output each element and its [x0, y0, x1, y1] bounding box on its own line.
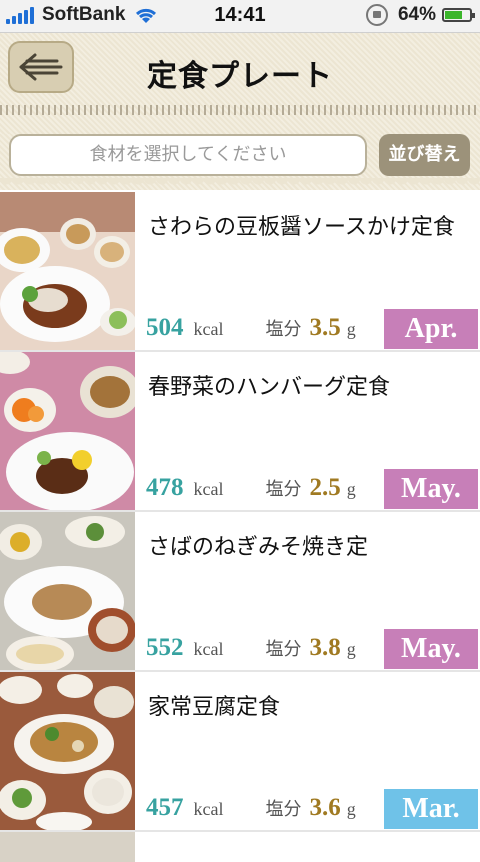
- ingredient-search-input[interactable]: 食材を選択してください: [9, 134, 367, 176]
- salt-value: 3.8: [309, 634, 341, 661]
- calories-value: 457: [146, 794, 184, 821]
- orientation-lock-icon: [365, 4, 388, 26]
- salt-unit: g: [346, 319, 356, 339]
- calories-value: 552: [146, 634, 184, 661]
- meal-list: さわらの豆板醤ソースかけ定食 504 kcal 塩分 3.5 g Apr. 春野…: [0, 192, 480, 862]
- calories-unit: kcal: [193, 639, 224, 659]
- month-badge: May.: [384, 629, 478, 669]
- page-title: 定食プレート: [147, 59, 333, 94]
- salt-value: 3.5: [309, 314, 341, 341]
- list-item[interactable]: さわらの豆板醤ソースかけ定食 504 kcal 塩分 3.5 g Apr.: [0, 192, 480, 352]
- salt-label: 塩分: [265, 479, 302, 500]
- status-bar: SoftBank 14:41 64%: [0, 0, 480, 33]
- meal-photo: [0, 832, 135, 862]
- salt-unit: g: [346, 639, 356, 659]
- meal-name: さばのねぎみそ焼き定: [148, 535, 369, 560]
- month-badge: Apr.: [384, 309, 478, 349]
- calories-unit: kcal: [193, 479, 224, 499]
- list-item[interactable]: 春野菜のハンバーグ定食 478 kcal 塩分 2.5 g May.: [0, 352, 480, 512]
- meal-name: 家常豆腐定食: [148, 695, 281, 720]
- salt-value: 2.5: [309, 474, 341, 501]
- salt-unit: g: [346, 799, 356, 819]
- month-badge: Mar.: [384, 789, 478, 829]
- salt-unit: g: [346, 479, 356, 499]
- list-item[interactable]: 家常豆腐定食 457 kcal 塩分 3.6 g Mar.: [0, 672, 480, 832]
- salt-value: 3.6: [309, 794, 341, 821]
- meal-photo: [0, 512, 135, 670]
- salt-label: 塩分: [265, 799, 302, 820]
- month-badge: May.: [384, 469, 478, 509]
- torn-edge-divider: [0, 178, 480, 192]
- salt-label: 塩分: [265, 319, 302, 340]
- meal-name: 春野菜のハンバーグ定食: [148, 375, 391, 400]
- salt-label: 塩分: [265, 639, 302, 660]
- calories-unit: kcal: [193, 319, 224, 339]
- list-item[interactable]: さばのねぎみそ焼き定 552 kcal 塩分 3.8 g May.: [0, 512, 480, 672]
- meal-photo: [0, 352, 135, 510]
- battery-icon: [442, 8, 475, 22]
- sort-button[interactable]: 並び替え: [379, 134, 470, 176]
- calories-value: 504: [146, 314, 184, 341]
- calories-unit: kcal: [193, 799, 224, 819]
- meal-photo: [0, 192, 135, 350]
- battery-percent: 64%: [397, 4, 436, 25]
- meal-photo: [0, 672, 135, 830]
- nav-header: 定食プレート: [0, 33, 480, 134]
- calories-value: 478: [146, 474, 184, 501]
- header-divider: [0, 105, 480, 115]
- list-item[interactable]: [0, 832, 480, 862]
- meal-name: さわらの豆板醤ソースかけ定食: [148, 215, 455, 240]
